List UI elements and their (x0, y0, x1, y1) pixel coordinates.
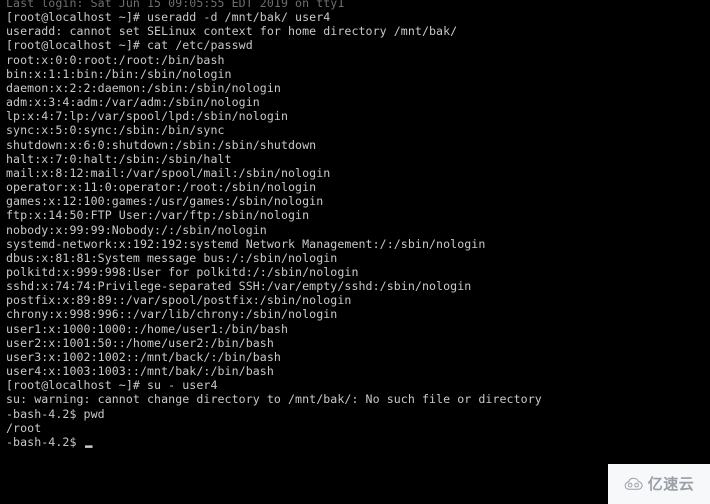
terminal-line: useradd: cannot set SELinux context for … (6, 24, 458, 39)
terminal-line: daemon:x:2:2:daemon:/sbin:/sbin/nologin (6, 80, 281, 95)
terminal-line: mail:x:8:12:mail:/var/spool/mail:/sbin/n… (6, 165, 331, 180)
watermark-text: 亿速云 (647, 474, 695, 493)
terminal-line: /root (6, 420, 42, 435)
terminal-line: shutdown:x:6:0:shutdown:/sbin:/sbin/shut… (6, 137, 317, 152)
terminal-line: adm:x:3:4:adm:/var/adm:/sbin/nologin (6, 95, 260, 110)
watermark: 亿速云 (608, 464, 710, 504)
terminal-line: ftp:x:14:50:FTP User:/var/ftp:/sbin/nolo… (6, 208, 310, 223)
terminal-line: chrony:x:998:996::/var/lib/chrony:/sbin/… (6, 307, 338, 322)
terminal-line: [root@localhost ~]# su - user4 (6, 378, 218, 393)
terminal-line: user4:x:1003:1003::/mnt/bak/:/bin/bash (6, 364, 274, 379)
terminal-line: Last login: Sat Jun 15 09:05:55 EDT 2019… (6, 0, 345, 10)
terminal-line: nobody:x:99:99:Nobody:/:/sbin/nologin (6, 222, 267, 237)
terminal-screen: Last login: Sat Jun 15 09:05:55 EDT 2019… (6, 0, 542, 449)
terminal-line: -bash-4.2$ (6, 435, 542, 449)
terminal-line: games:x:12:100:games:/usr/games:/sbin/no… (6, 194, 324, 209)
cloud-icon (624, 477, 643, 490)
terminal-window[interactable]: Last login: Sat Jun 15 09:05:55 EDT 2019… (0, 0, 710, 504)
terminal-line: dbus:x:81:81:System message bus:/:/sbin/… (6, 250, 338, 265)
terminal-line: sync:x:5:0:sync:/sbin:/bin/sync (6, 123, 225, 138)
terminal-line: polkitd:x:999:998:User for polkitd:/:/sb… (6, 264, 359, 279)
terminal-line: [root@localhost ~]# useradd -d /mnt/bak/… (6, 10, 331, 25)
terminal-line: root:x:0:0:root:/root:/bin/bash (6, 52, 225, 67)
terminal-line: user1:x:1000:1000::/home/user1:/bin/bash (6, 321, 289, 336)
terminal-line: user2:x:1001:50::/home/user2:/bin/bash (6, 335, 274, 350)
terminal-line: halt:x:7:0:halt:/sbin:/sbin/halt (6, 151, 232, 166)
terminal-line: operator:x:11:0:operator:/root:/sbin/nol… (6, 180, 317, 195)
terminal-line: [root@localhost ~]# cat /etc/passwd (6, 38, 253, 53)
terminal-line: -bash-4.2$ pwd (6, 406, 105, 421)
terminal-line: lp:x:4:7:lp:/var/spool/lpd:/sbin/nologin (6, 109, 289, 124)
terminal-line: bin:x:1:1:bin:/bin:/sbin/nologin (6, 66, 232, 81)
terminal-cursor (84, 445, 93, 448)
terminal-line: systemd-network:x:192:192:systemd Networ… (6, 236, 486, 251)
terminal-line: postfix:x:89:89::/var/spool/postfix:/sbi… (6, 293, 352, 308)
terminal-line: su: warning: cannot change directory to … (6, 392, 542, 407)
terminal-line: user3:x:1002:1002::/mnt/back/:/bin/bash (6, 349, 281, 364)
terminal-line: sshd:x:74:74:Privilege-separated SSH:/va… (6, 279, 472, 294)
